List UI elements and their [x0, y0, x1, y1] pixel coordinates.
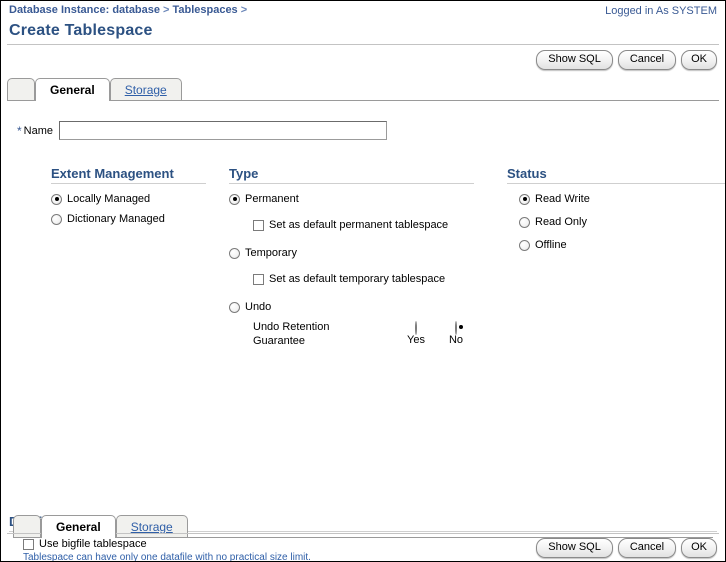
radio-status-read-write-icon[interactable]: [519, 193, 530, 205]
type-heading: Type: [229, 166, 474, 184]
radio-type-temporary-label: Temporary: [245, 247, 297, 259]
type-section: Type Permanent Set as default permanent …: [229, 166, 479, 368]
radio-type-permanent-icon[interactable]: [229, 193, 240, 205]
radio-status-read-write-label: Read Write: [535, 193, 590, 205]
undo-retention-guarantee-label: Undo Retention Guarantee: [253, 320, 363, 348]
radio-locally-managed-label: Locally Managed: [67, 193, 151, 205]
radio-status-read-write[interactable]: Read Write: [519, 192, 725, 206]
radio-type-permanent[interactable]: Permanent: [229, 192, 479, 206]
radio-type-undo-label: Undo: [245, 301, 272, 313]
name-field-row: * Name: [17, 121, 717, 140]
undo-retention-guarantee-group: Undo Retention Guarantee Yes No: [253, 320, 479, 368]
radio-dictionary-managed-label: Dictionary Managed: [67, 213, 165, 225]
page-title: Create Tablespace: [9, 22, 153, 39]
name-field-label: Name: [23, 124, 54, 137]
radio-locally-managed[interactable]: Locally Managed: [51, 192, 211, 206]
radio-status-offline[interactable]: Offline: [519, 238, 725, 252]
extent-management-heading: Extent Management: [51, 166, 206, 184]
tab-general-bottom[interactable]: General: [41, 515, 116, 538]
checkbox-default-temporary[interactable]: Set as default temporary tablespace: [253, 272, 479, 286]
breadcrumb-separator-2: >: [240, 4, 248, 16]
breadcrumb-link-tablespaces[interactable]: Tablespaces: [172, 4, 237, 16]
tabstrip-top: General Storage: [7, 78, 719, 101]
radio-status-offline-icon[interactable]: [519, 239, 530, 251]
show-sql-button-top[interactable]: Show SQL: [536, 50, 613, 70]
checkbox-default-permanent-icon[interactable]: [253, 219, 264, 231]
cancel-button-bottom[interactable]: Cancel: [617, 538, 677, 558]
radio-status-read-only-icon[interactable]: [519, 216, 530, 228]
radio-type-undo-icon[interactable]: [229, 301, 240, 313]
checkbox-default-permanent[interactable]: Set as default permanent tablespace: [253, 218, 479, 232]
bottom-button-row: Show SQL Cancel OK: [1, 534, 725, 561]
top-button-row: Show SQL Cancel OK: [1, 45, 725, 76]
option-columns: Extent Management Locally Managed Dictio…: [9, 166, 725, 376]
breadcrumb: Database Instance: database > Tablespaces >…: [1, 1, 725, 20]
radio-undo-retention-yes[interactable]: Yes: [403, 321, 429, 346]
radio-type-permanent-label: Permanent: [245, 193, 299, 205]
cancel-button-top[interactable]: Cancel: [617, 50, 677, 70]
ok-button-top[interactable]: OK: [681, 50, 717, 70]
show-sql-button-bottom[interactable]: Show SQL: [536, 538, 613, 558]
extent-management-section: Extent Management Locally Managed Dictio…: [51, 166, 211, 232]
radio-undo-retention-no-label: No: [448, 334, 464, 346]
tabstrip-top-baseline: [7, 100, 719, 101]
tab-general-top[interactable]: General: [35, 78, 110, 101]
undo-retention-label-line2: Guarantee: [253, 335, 305, 347]
name-input[interactable]: [59, 121, 388, 140]
create-tablespace-page: Database Instance: database > Tablespaces >…: [0, 0, 726, 562]
breadcrumb-link-database-instance[interactable]: Database Instance: database: [9, 4, 160, 16]
tab-storage-top-label: Storage: [124, 83, 167, 97]
tab-storage-top[interactable]: Storage: [109, 78, 182, 100]
radio-type-temporary[interactable]: Temporary: [229, 246, 479, 260]
form-content: * Name Extent Management Locally Managed…: [1, 121, 725, 561]
radio-undo-retention-yes-label: Yes: [407, 334, 425, 346]
checkbox-default-temporary-label: Set as default temporary tablespace: [269, 273, 446, 285]
tab-general-bottom-label: General: [56, 520, 101, 534]
logged-in-user-label: Logged in As SYSTEM: [605, 5, 717, 17]
undo-retention-label-line1: Undo Retention: [253, 321, 330, 333]
radio-undo-retention-no-icon[interactable]: [455, 321, 457, 335]
status-heading: Status: [507, 166, 725, 184]
required-marker-icon: *: [17, 123, 22, 138]
checkbox-default-temporary-icon[interactable]: [253, 273, 264, 285]
radio-type-undo[interactable]: Undo: [229, 300, 479, 314]
status-section: Status Read Write Read Only Offline: [507, 166, 725, 258]
radio-status-read-only-label: Read Only: [535, 216, 587, 228]
radio-locally-managed-icon[interactable]: [51, 193, 62, 205]
breadcrumb-separator-1: >: [163, 4, 170, 16]
tab-storage-bottom-label: Storage: [130, 520, 173, 534]
radio-type-temporary-icon[interactable]: [229, 247, 240, 259]
radio-status-read-only[interactable]: Read Only: [519, 215, 725, 229]
ok-button-bottom[interactable]: OK: [681, 538, 717, 558]
radio-undo-retention-yes-icon[interactable]: [415, 321, 417, 335]
tab-stub-top: [7, 78, 35, 100]
radio-dictionary-managed[interactable]: Dictionary Managed: [51, 212, 211, 226]
radio-status-offline-label: Offline: [535, 239, 567, 251]
radio-dictionary-managed-icon[interactable]: [51, 213, 62, 225]
tab-general-top-label: General: [50, 83, 95, 97]
radio-undo-retention-no[interactable]: No: [443, 321, 469, 346]
checkbox-default-permanent-label: Set as default permanent tablespace: [269, 219, 449, 231]
